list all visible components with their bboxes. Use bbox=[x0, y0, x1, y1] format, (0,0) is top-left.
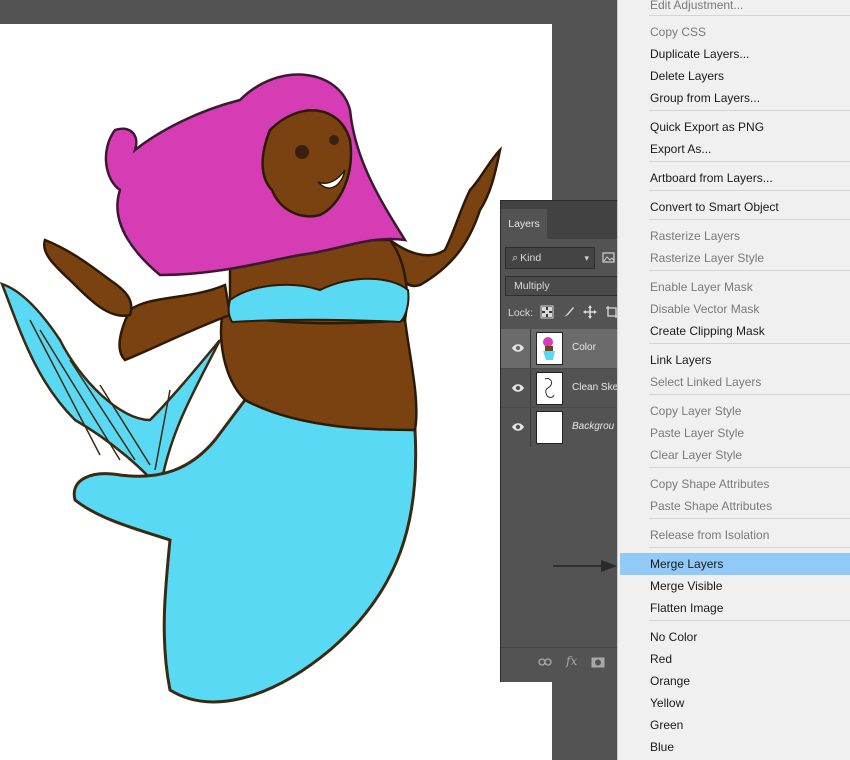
lock-row: Lock: bbox=[501, 301, 617, 325]
menu-item-enable-layer-mask: Enable Layer Mask bbox=[650, 280, 753, 294]
layer-context-menu: Edit Adjustment... Copy CSS Duplicate Laye… bbox=[617, 0, 850, 760]
menu-item-convert-to-smart-object[interactable]: Convert to Smart Object bbox=[618, 196, 850, 218]
menu-item-copy-shape-attributes: Copy Shape Attributes bbox=[650, 477, 770, 491]
menu-item-red[interactable]: Red bbox=[618, 648, 850, 670]
filter-image-icon[interactable] bbox=[600, 247, 617, 269]
layers-panel: Layers ⌕ Kind ▾ Multiply Lock: Color Cle… bbox=[500, 200, 617, 682]
row-divider bbox=[530, 408, 531, 447]
layer-thumbnail bbox=[536, 372, 563, 405]
layer-thumbnail bbox=[536, 411, 563, 444]
menu-item-select-linked-layers: Select Linked Layers bbox=[650, 375, 762, 389]
eye-icon[interactable] bbox=[511, 381, 525, 395]
menu-item-merge-visible[interactable]: Merge Visible bbox=[618, 575, 850, 597]
layer-thumbnail bbox=[536, 332, 563, 365]
layer-name[interactable]: Backgrou bbox=[572, 421, 614, 432]
menu-item-edit-adjustment: Edit Adjustment... bbox=[650, 0, 744, 12]
document-canvas[interactable] bbox=[0, 24, 552, 760]
menu-item-merge-layers[interactable]: Merge Layers bbox=[620, 553, 850, 575]
mask-icon[interactable] bbox=[591, 657, 605, 671]
menu-item-quick-export-as-png[interactable]: Quick Export as PNG bbox=[618, 116, 850, 138]
menu-separator bbox=[649, 467, 850, 468]
menu-separator bbox=[649, 270, 850, 271]
menu-item-rasterize-layer-style: Rasterize Layer Style bbox=[650, 251, 765, 265]
menu-separator bbox=[649, 518, 850, 519]
menu-item-link-layers[interactable]: Link Layers bbox=[618, 349, 850, 371]
menu-separator bbox=[649, 343, 850, 344]
lock-artboard-icon[interactable] bbox=[605, 305, 617, 321]
search-icon: ⌕ bbox=[512, 252, 519, 264]
menu-separator bbox=[649, 394, 850, 395]
menu-item-copy-css: Copy CSS bbox=[650, 25, 707, 39]
lock-label: Lock: bbox=[508, 307, 534, 319]
arrow-pointer-icon bbox=[553, 560, 617, 572]
menu-separator bbox=[649, 620, 850, 621]
menu-item-paste-shape-attributes: Paste Shape Attributes bbox=[650, 499, 773, 513]
layer-row-color[interactable]: Color bbox=[501, 329, 617, 368]
chevron-down-icon: ▾ bbox=[584, 253, 589, 263]
layer-row-clean-sketch[interactable]: Clean Ske bbox=[501, 368, 617, 408]
filter-kind-label: Kind bbox=[520, 252, 542, 264]
layer-row-background[interactable]: Backgrou bbox=[501, 407, 617, 447]
link-icon[interactable] bbox=[538, 657, 552, 670]
tab-layers[interactable]: Layers bbox=[501, 209, 547, 239]
menu-item-create-clipping-mask[interactable]: Create Clipping Mask bbox=[618, 320, 850, 342]
menu-separator bbox=[649, 547, 850, 548]
menu-item-no-color[interactable]: No Color bbox=[618, 626, 850, 648]
fx-icon[interactable]: fx bbox=[566, 654, 577, 668]
menu-item-flatten-image[interactable]: Flatten Image bbox=[618, 597, 850, 619]
menu-item-blue[interactable]: Blue bbox=[618, 736, 850, 758]
menu-separator bbox=[649, 190, 850, 191]
menu-item-orange[interactable]: Orange bbox=[618, 670, 850, 692]
menu-item-duplicate-layers[interactable]: Duplicate Layers... bbox=[618, 43, 850, 65]
menu-item-delete-layers[interactable]: Delete Layers bbox=[618, 65, 850, 87]
menu-item-paste-layer-style: Paste Layer Style bbox=[650, 426, 745, 440]
menu-item-disable-vector-mask: Disable Vector Mask bbox=[650, 302, 760, 316]
row-divider bbox=[530, 329, 531, 368]
menu-item-clear-layer-style: Clear Layer Style bbox=[650, 448, 743, 462]
eye-icon[interactable] bbox=[511, 420, 525, 434]
menu-item-group-from-layers[interactable]: Group from Layers... bbox=[618, 87, 850, 109]
blend-mode-dropdown[interactable]: Multiply bbox=[505, 276, 617, 296]
eye-icon[interactable] bbox=[511, 341, 525, 355]
menu-item-green[interactable]: Green bbox=[618, 714, 850, 736]
lock-image-pixels-icon[interactable] bbox=[562, 305, 578, 321]
menu-item-copy-layer-style: Copy Layer Style bbox=[650, 404, 742, 418]
menu-separator bbox=[649, 110, 850, 111]
menu-item-rasterize-layers: Rasterize Layers bbox=[650, 229, 741, 243]
mermaid-artwork bbox=[0, 73, 503, 704]
layers-panel-footer: fx bbox=[501, 647, 617, 678]
menu-item-release-from-isolation: Release from Isolation bbox=[650, 528, 770, 542]
lock-transparent-pixels-icon[interactable] bbox=[540, 305, 556, 321]
lock-position-icon[interactable] bbox=[583, 305, 599, 321]
panel-tab-bar: Layers bbox=[501, 201, 617, 239]
layer-name[interactable]: Color bbox=[572, 342, 596, 353]
menu-item-artboard-from-layers[interactable]: Artboard from Layers... bbox=[618, 167, 850, 189]
menu-separator bbox=[649, 161, 850, 162]
menu-item-yellow[interactable]: Yellow bbox=[618, 692, 850, 714]
row-divider bbox=[530, 369, 531, 408]
layer-name[interactable]: Clean Ske bbox=[572, 382, 617, 393]
filter-kind-dropdown[interactable]: ⌕ Kind ▾ bbox=[505, 247, 595, 269]
menu-separator bbox=[649, 219, 850, 220]
menu-item-export-as[interactable]: Export As... bbox=[618, 138, 850, 160]
